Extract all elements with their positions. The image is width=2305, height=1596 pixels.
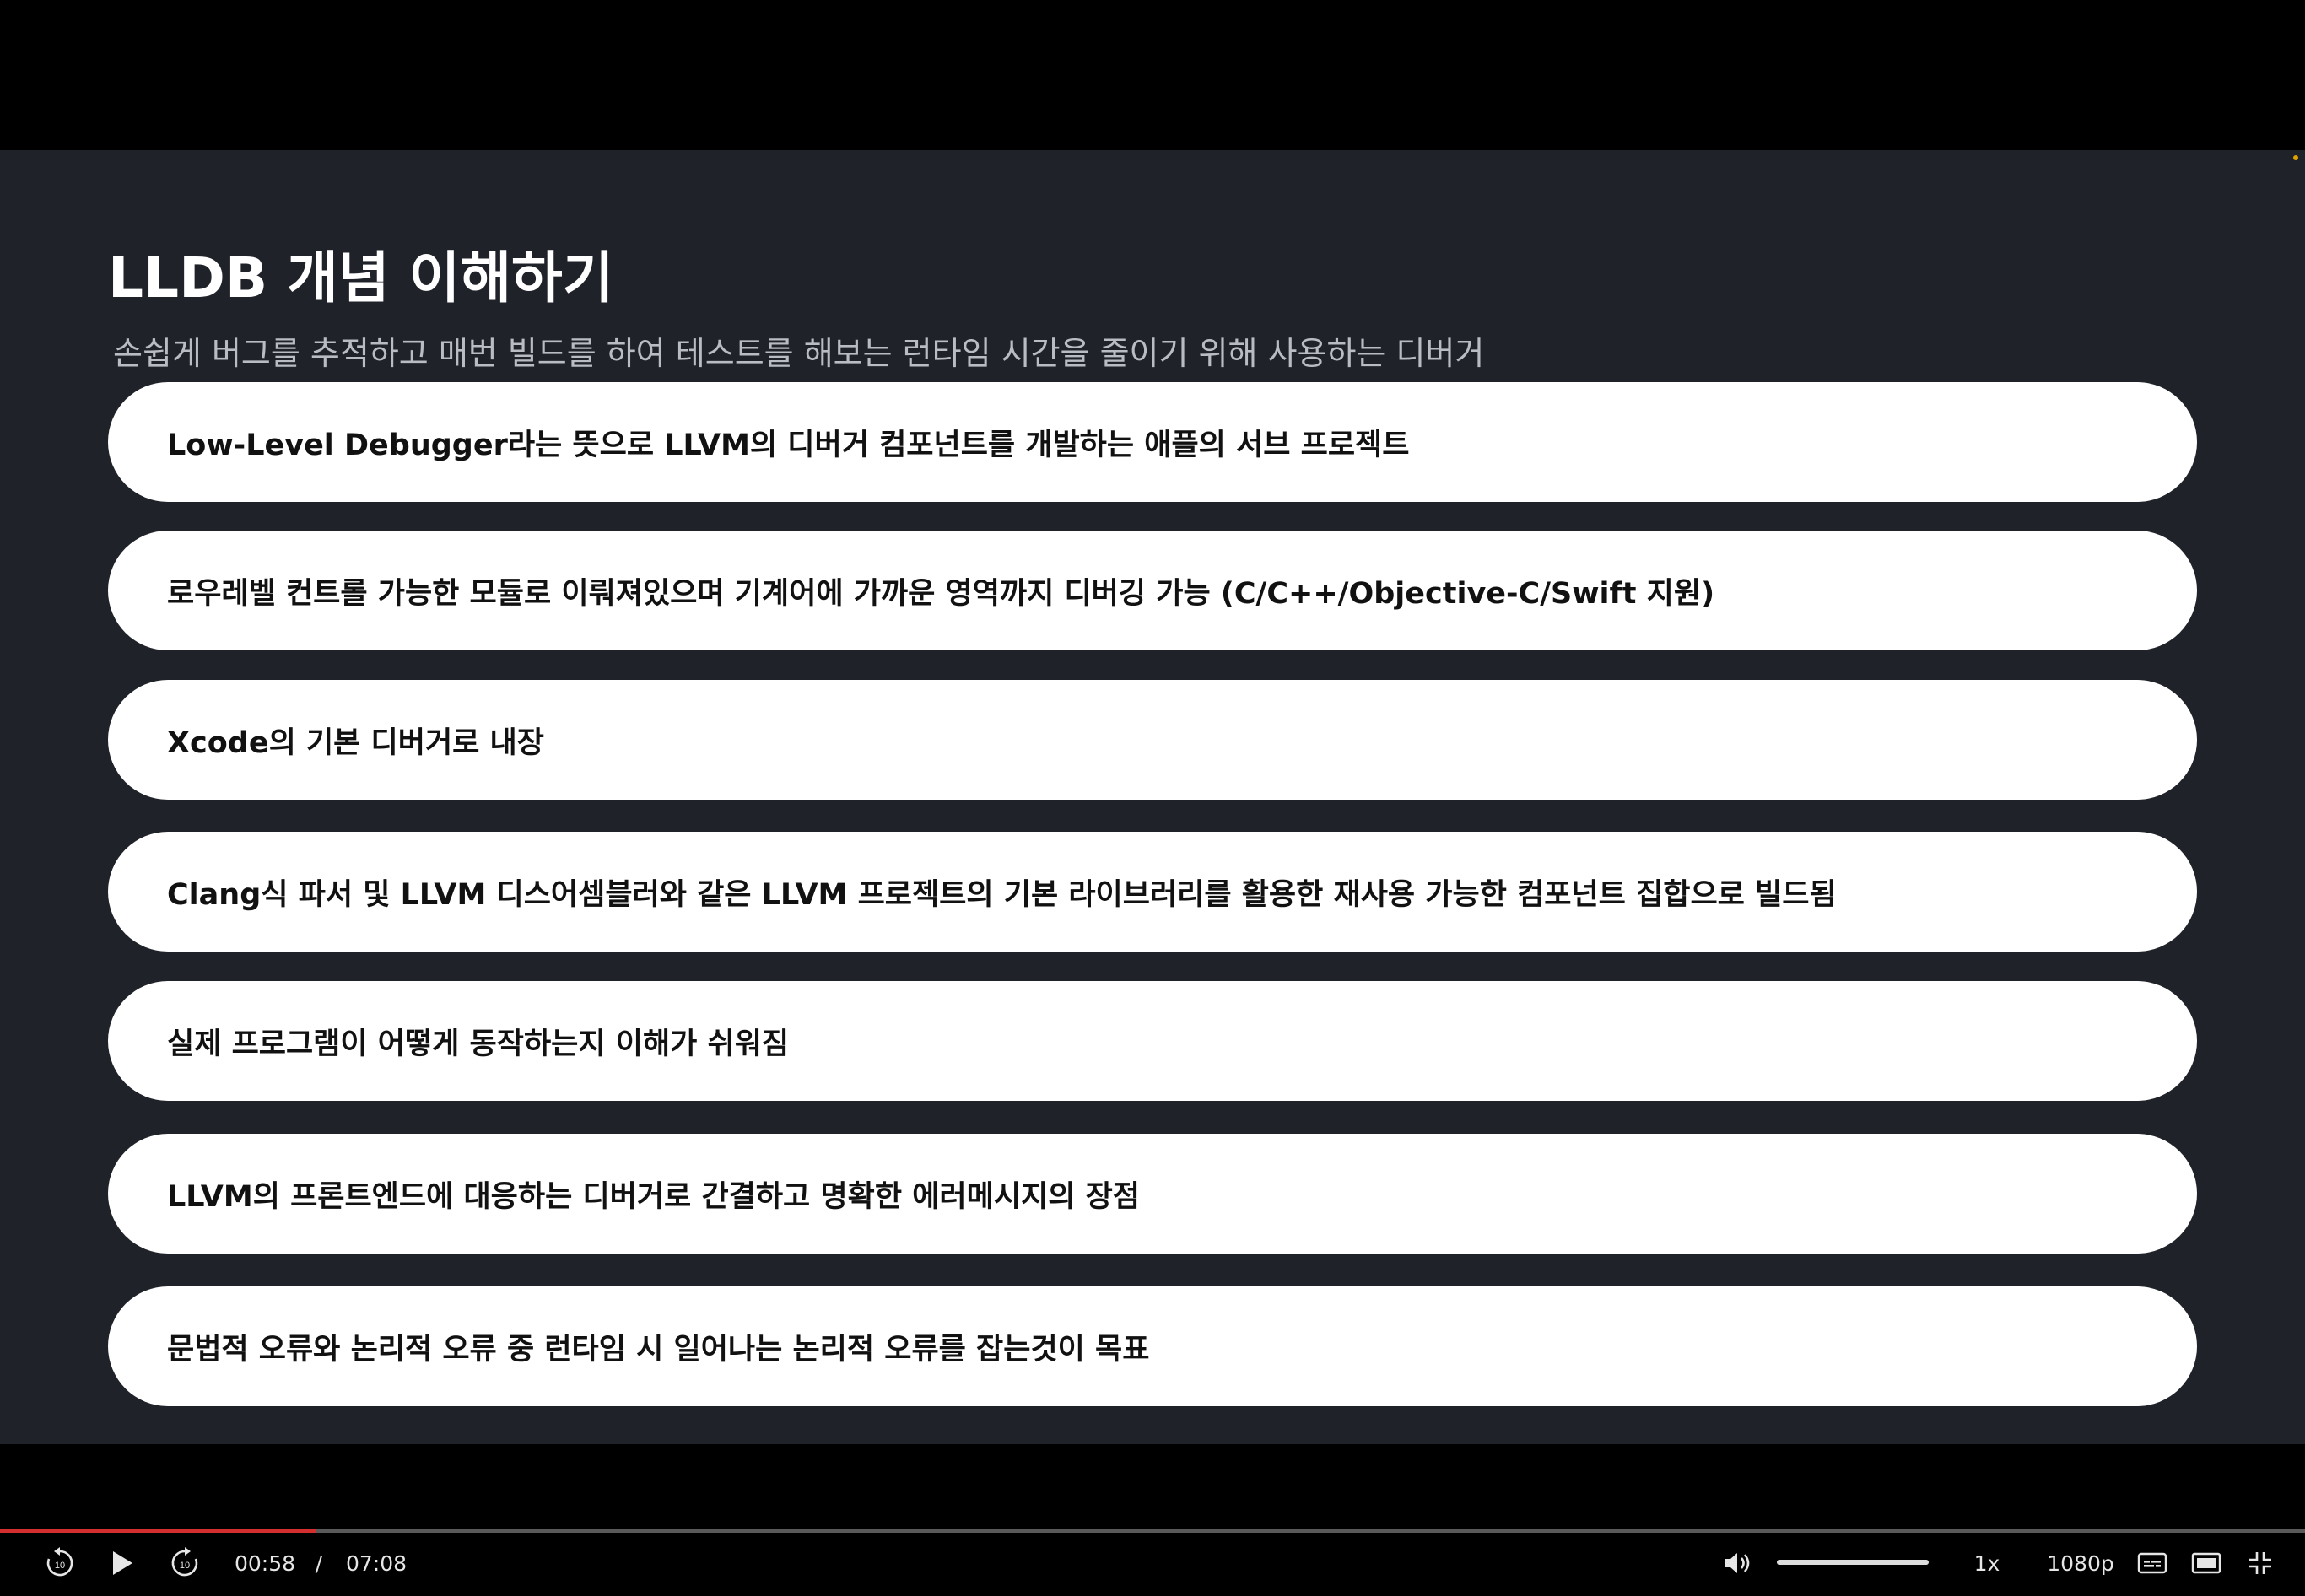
time-separator: /	[310, 1540, 327, 1586]
bullet-card: Clang식 파서 및 LLVM 디스어셈블러와 같은 LLVM 프로젝트의 기…	[108, 832, 2197, 952]
progress-bar[interactable]	[0, 1529, 2305, 1533]
duration: 07:08	[346, 1540, 413, 1586]
bullet-text: Xcode의 기본 디버거로 내장	[167, 725, 544, 760]
rewind-10-icon: 10	[46, 1547, 73, 1577]
volume-button[interactable]	[1716, 1540, 1758, 1586]
captions-icon	[2137, 1552, 2167, 1574]
captions-button[interactable]	[2133, 1540, 2172, 1586]
theater-mode-button[interactable]	[2187, 1540, 2226, 1586]
current-time-text: 00:58	[235, 1550, 296, 1576]
bullet-text: 실제 프로그램이 어떻게 동작하는지 이해가 쉬워짐	[167, 1027, 790, 1061]
playback-speed-label: 1x	[1973, 1550, 2000, 1576]
exit-fullscreen-button[interactable]	[2241, 1540, 2280, 1586]
bullet-text: Clang식 파서 및 LLVM 디스어셈블러와 같은 LLVM 프로젝트의 기…	[167, 877, 1837, 912]
play-button[interactable]	[100, 1540, 145, 1586]
skip-back-button[interactable]: 10	[37, 1540, 83, 1586]
volume-slider-fill	[1777, 1560, 1929, 1565]
indicator-dot	[2293, 155, 2298, 160]
skip-forward-button[interactable]: 10	[162, 1540, 208, 1586]
exit-fullscreen-icon	[2249, 1552, 2271, 1574]
bullet-card: LLVM의 프론트엔드에 대응하는 디버거로 간결하고 명확한 에러메시지의 장…	[108, 1134, 2197, 1254]
bullet-card: Xcode의 기본 디버거로 내장	[108, 680, 2197, 800]
current-time: 00:58	[235, 1540, 302, 1586]
bullet-card: 문법적 오류와 논리적 오류 중 런타임 시 일어나는 논리적 오류를 잡는것이…	[108, 1286, 2197, 1406]
video-frame-slide[interactable]: LLDB 개념 이해하기 손쉽게 버그를 추적하고 매번 빌드를 하여 테스트를…	[0, 150, 2305, 1444]
progress-bar-fill	[0, 1529, 316, 1533]
quality-button[interactable]: 1080p	[2045, 1540, 2116, 1586]
skip-back-label: 10	[55, 1561, 65, 1571]
quality-label: 1080p	[2047, 1550, 2114, 1576]
play-icon	[113, 1551, 132, 1575]
volume-icon	[1725, 1553, 1750, 1573]
playback-speed-button[interactable]: 1x	[1966, 1540, 2008, 1586]
letterbox-top	[0, 0, 2305, 150]
volume-slider[interactable]	[1777, 1560, 1929, 1565]
bullet-text: 문법적 오류와 논리적 오류 중 런타임 시 일어나는 논리적 오류를 잡는것이…	[167, 1332, 1150, 1367]
bullet-card: 로우레벨 컨트롤 가능한 모듈로 이뤄져있으며 기계어에 가까운 영역까지 디버…	[108, 531, 2197, 650]
time-separator-text: /	[315, 1550, 323, 1576]
duration-text: 07:08	[346, 1550, 408, 1576]
skip-forward-label: 10	[180, 1561, 190, 1571]
forward-10-icon: 10	[171, 1547, 198, 1577]
bullet-text: Low-Level Debugger라는 뜻으로 LLVM의 디버거 컴포넌트를…	[167, 428, 1410, 462]
slide-subtitle: 손쉽게 버그를 추적하고 매번 빌드를 하여 테스트를 해보는 런타임 시간을 …	[113, 335, 1485, 372]
bullet-card: 실제 프로그램이 어떻게 동작하는지 이해가 쉬워짐	[108, 981, 2197, 1101]
theater-mode-icon	[2191, 1552, 2221, 1574]
bullet-text: 로우레벨 컨트롤 가능한 모듈로 이뤄져있으며 기계어에 가까운 영역까지 디버…	[167, 576, 1715, 611]
slide-title: LLDB 개념 이해하기	[108, 245, 614, 310]
bullet-card: Low-Level Debugger라는 뜻으로 LLVM의 디버거 컴포넌트를…	[108, 382, 2197, 502]
bullet-text: LLVM의 프론트엔드에 대응하는 디버거로 간결하고 명확한 에러메시지의 장…	[167, 1179, 1140, 1214]
